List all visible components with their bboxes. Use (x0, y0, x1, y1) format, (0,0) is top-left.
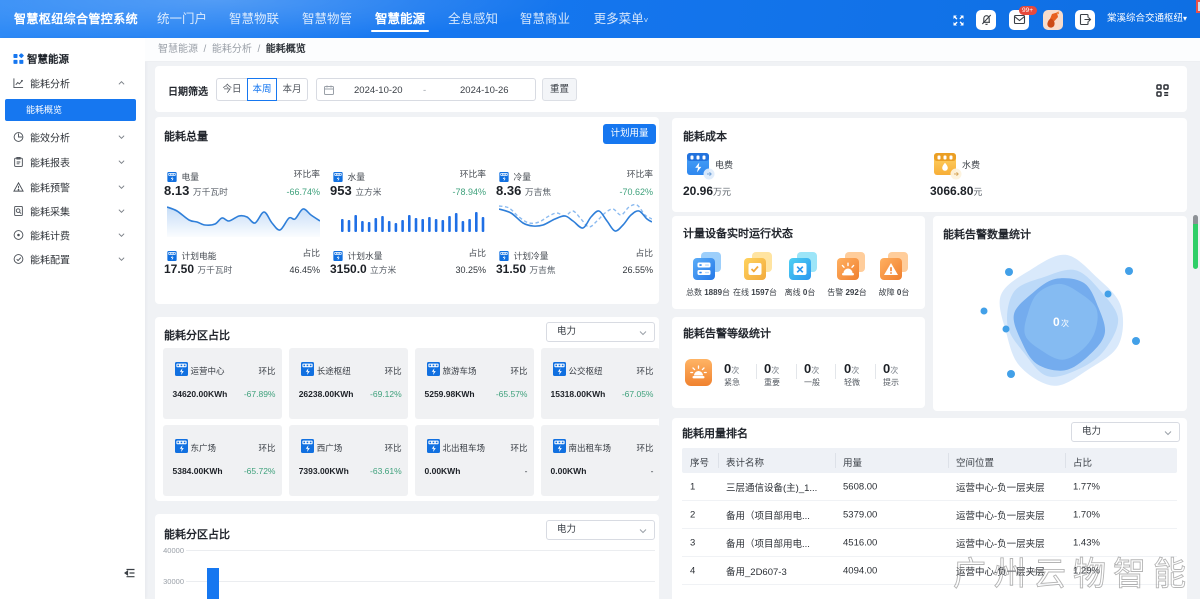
svg-text:0: 0 (1053, 315, 1060, 329)
svg-text:次: 次 (1061, 318, 1069, 328)
